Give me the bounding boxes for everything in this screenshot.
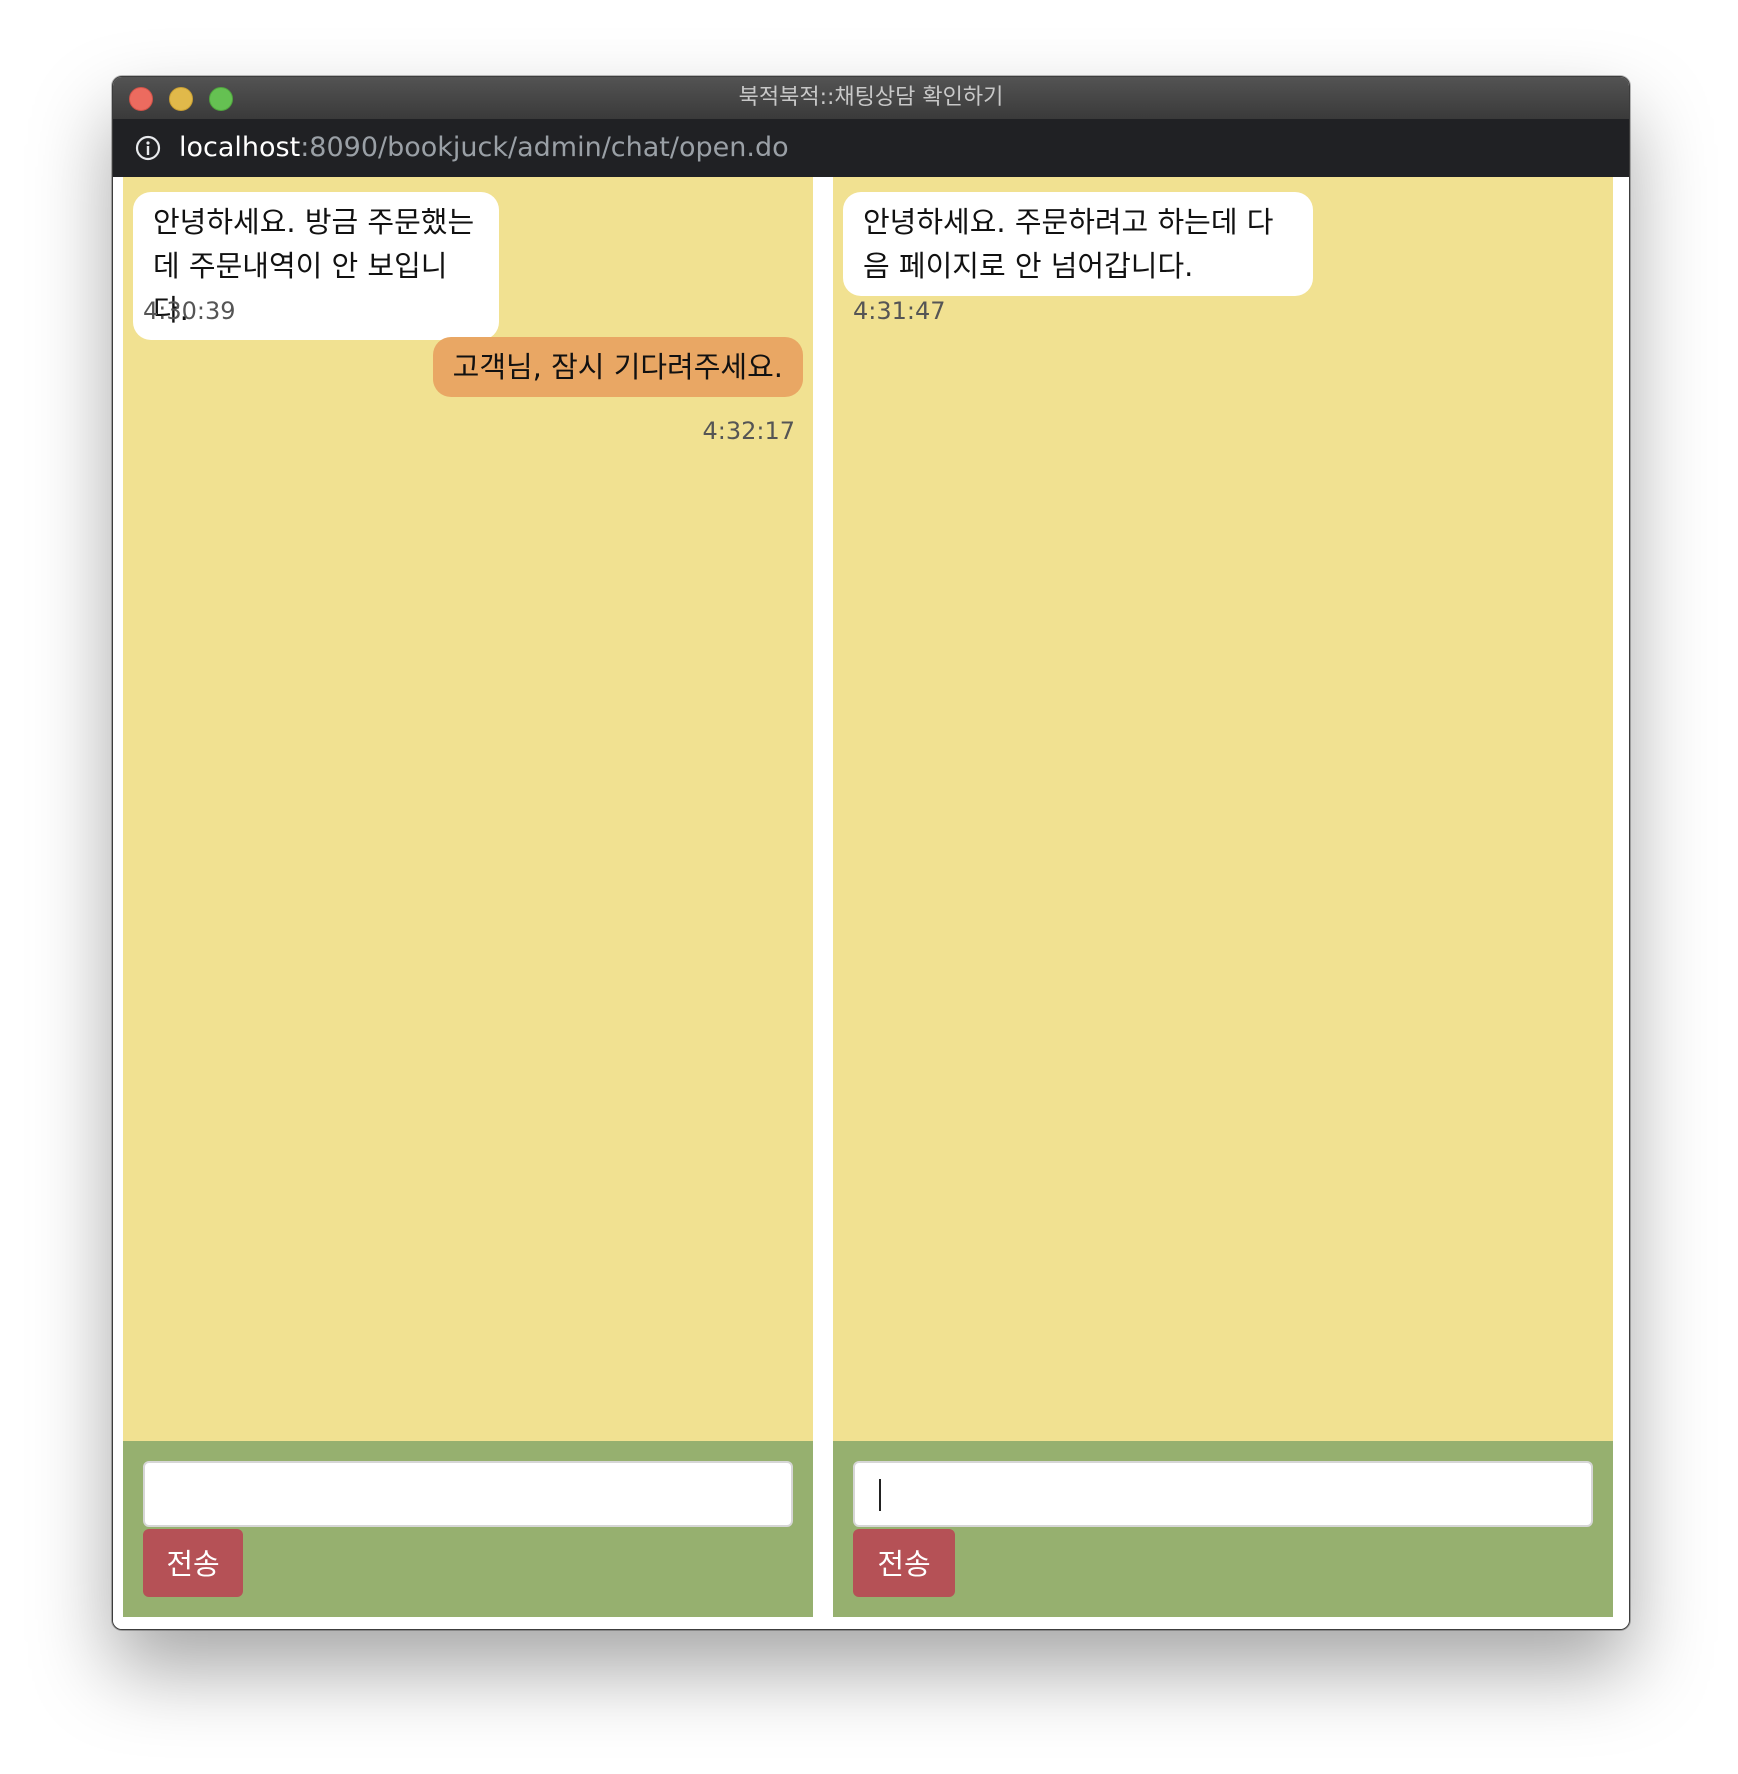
chat-pane-2: 안녕하세요. 주문하려고 하는데 다음 페이지로 안 넘어갑니다. 4:31:4…: [833, 177, 1613, 1617]
incoming-message: 안녕하세요. 주문하려고 하는데 다음 페이지로 안 넘어갑니다.: [843, 192, 1313, 296]
message-list[interactable]: 안녕하세요. 방금 주문했는데 주문내역이 안 보입니다. 4:30:39 고객…: [123, 177, 813, 1439]
message-input[interactable]: [143, 1461, 793, 1527]
message-composer: 전송: [123, 1441, 813, 1617]
browser-window: 북적북적::채팅상담 확인하기 localhost:8090/bookjuck/…: [112, 76, 1630, 1630]
address-bar[interactable]: localhost:8090/bookjuck/admin/chat/open.…: [113, 119, 1629, 177]
window-title: 북적북적::채팅상담 확인하기: [738, 85, 1004, 110]
send-button[interactable]: 전송: [853, 1529, 955, 1597]
message-composer: 전송: [833, 1441, 1613, 1617]
title-bar: 북적북적::채팅상담 확인하기: [113, 77, 1629, 120]
message-time: 4:32:17: [702, 417, 795, 445]
message-time: 4:30:39: [143, 297, 236, 325]
url-host: localhost: [179, 132, 301, 163]
send-button[interactable]: 전송: [143, 1529, 243, 1597]
message-time: 4:31:47: [853, 297, 946, 325]
url-path: :8090/bookjuck/admin/chat/open.do: [300, 132, 789, 163]
message-input[interactable]: [853, 1461, 1593, 1527]
text-caret: [879, 1479, 881, 1511]
info-icon[interactable]: [135, 135, 161, 161]
page-content: 안녕하세요. 방금 주문했는데 주문내역이 안 보입니다. 4:30:39 고객…: [113, 177, 1629, 1629]
message-list[interactable]: 안녕하세요. 주문하려고 하는데 다음 페이지로 안 넘어갑니다. 4:31:4…: [833, 177, 1613, 1439]
chat-pane-1: 안녕하세요. 방금 주문했는데 주문내역이 안 보입니다. 4:30:39 고객…: [123, 177, 813, 1617]
outgoing-message: 고객님, 잠시 기다려주세요.: [432, 337, 803, 397]
url-text[interactable]: localhost:8090/bookjuck/admin/chat/open.…: [179, 119, 789, 177]
